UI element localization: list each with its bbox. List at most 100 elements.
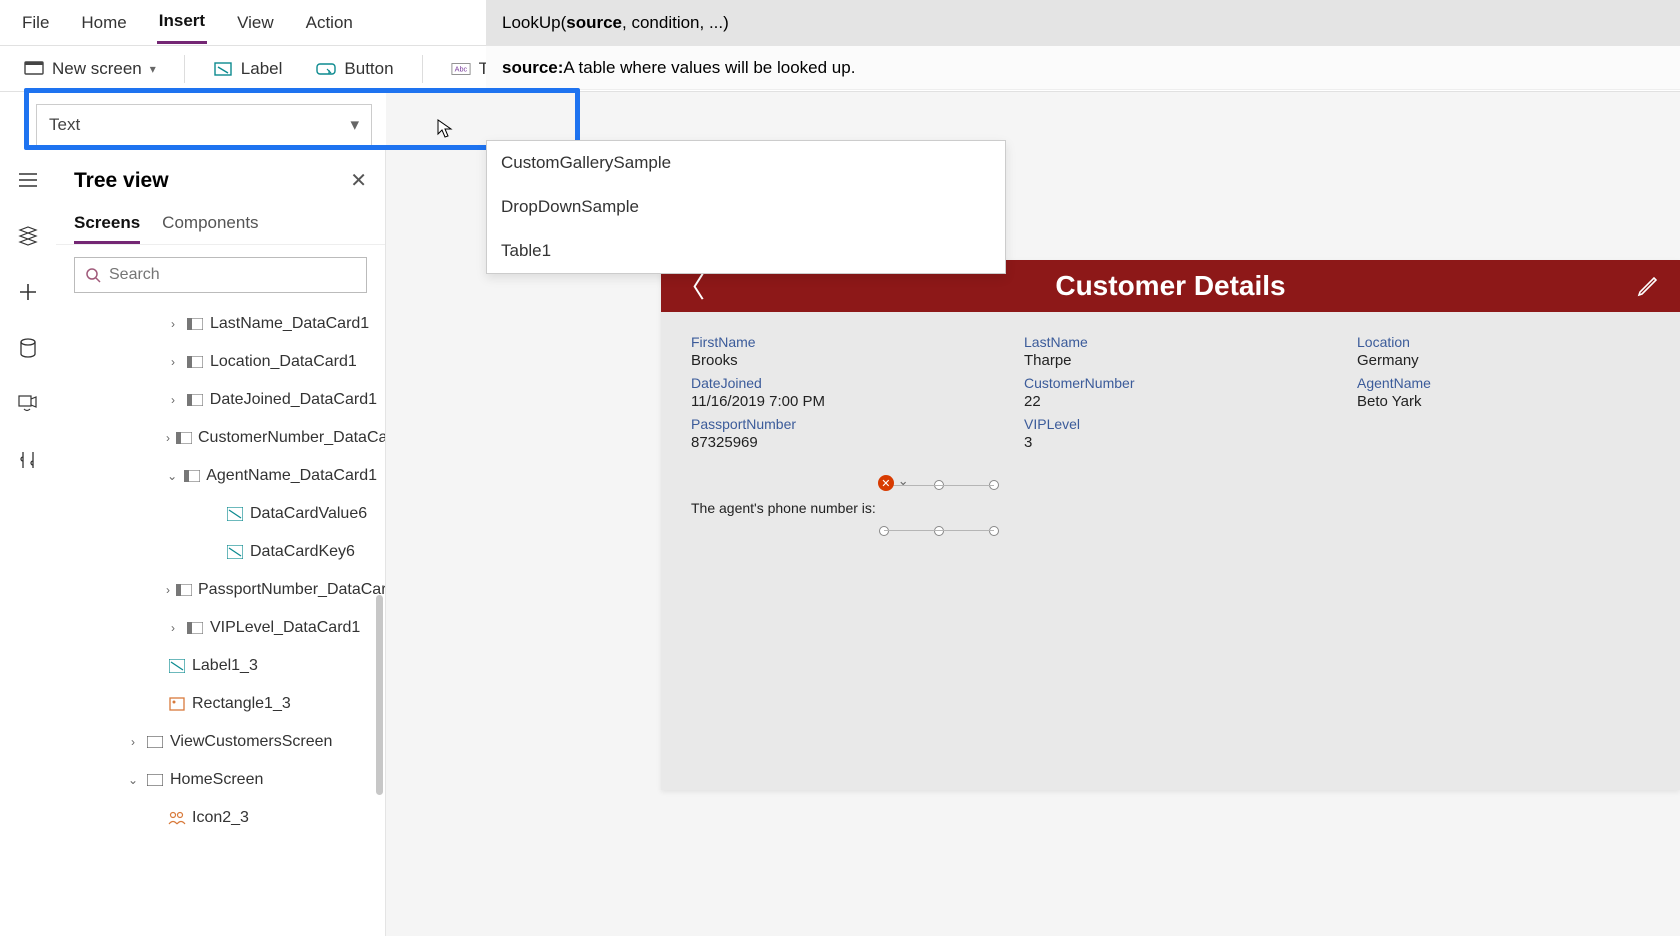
tree-item-datejoined[interactable]: ›DateJoined_DataCard1 [56, 381, 385, 419]
selected-control[interactable]: ✕ ⌄ [884, 485, 994, 531]
datacard-icon [176, 429, 192, 447]
data-icon[interactable] [16, 336, 40, 360]
intellisense-item[interactable]: DropDownSample [487, 185, 1005, 229]
tree-item-viewcust[interactable]: ›ViewCustomersScreen [56, 723, 385, 761]
search-input[interactable] [109, 266, 356, 284]
tree-item-custno[interactable]: ›CustomerNumber_DataCard1 [56, 419, 385, 457]
chevron-down-icon: ▾ [350, 115, 359, 135]
field-lastname: LastNameTharpe [1024, 334, 1317, 369]
tab-components[interactable]: Components [162, 205, 258, 244]
text-icon: Abc [451, 59, 471, 79]
tree-tabs: Screens Components [56, 199, 385, 245]
datacard-icon [186, 619, 204, 637]
intellisense-item[interactable]: CustomGallerySample [487, 141, 1005, 185]
tree-title: Tree view [74, 169, 169, 193]
insert-icon[interactable] [16, 280, 40, 304]
fields-grid: FirstNameBrooks LastNameTharpe LocationG… [661, 312, 1680, 455]
field-firstname: FirstNameBrooks [691, 334, 984, 369]
menu-home[interactable]: Home [79, 3, 128, 43]
label-label: Label [241, 59, 283, 79]
screen-icon [146, 733, 164, 751]
agent-phone-label: The agent's phone number is: [691, 500, 876, 516]
advanced-icon[interactable] [16, 448, 40, 472]
intellisense-item[interactable]: Table1 [487, 229, 1005, 273]
menu-action[interactable]: Action [304, 3, 355, 43]
property-value: Text [49, 115, 80, 135]
label-control-icon [168, 657, 186, 675]
menu-insert[interactable]: Insert [157, 1, 207, 44]
tree-item-label13[interactable]: Label1_3 [56, 647, 385, 685]
rectangle-icon [168, 695, 186, 713]
field-passport: PassportNumber87325969 [691, 416, 984, 451]
field-location: LocationGermany [1357, 334, 1650, 369]
tree-item-dcv6[interactable]: DataCardValue6 [56, 495, 385, 533]
app-title: Customer Details [1055, 270, 1285, 302]
field-datejoined: DateJoined11/16/2019 7:00 PM [691, 375, 984, 410]
tree-item-location[interactable]: ›Location_DataCard1 [56, 343, 385, 381]
error-badge-icon[interactable]: ✕ [878, 475, 894, 491]
param-hint: source: A table where values will be loo… [486, 46, 1680, 90]
signature-hint: LookUp(source, condition, ...) [486, 0, 1680, 46]
label-control-icon [226, 543, 244, 561]
svg-text:Abc: Abc [454, 64, 467, 73]
field-custno: CustomerNumber22 [1024, 375, 1317, 410]
tree-item-home[interactable]: ⌄HomeScreen [56, 761, 385, 799]
tree-item-passport[interactable]: ›PassportNumber_DataCard1 [56, 571, 385, 609]
menu-view[interactable]: View [235, 3, 276, 43]
label-control-icon [226, 505, 244, 523]
chevron-right-icon: › [126, 735, 140, 749]
hamburger-icon[interactable] [16, 168, 40, 192]
datacard-icon [186, 391, 204, 409]
datacard-icon [186, 315, 204, 333]
tree-item-dck6[interactable]: DataCardKey6 [56, 533, 385, 571]
menu-file[interactable]: File [20, 3, 51, 43]
tree-list: ›LastName_DataCard1 ›Location_DataCard1 … [56, 305, 385, 936]
tree-view-icon[interactable] [16, 224, 40, 248]
chevron-right-icon: › [166, 583, 170, 597]
media-icon[interactable] [16, 392, 40, 416]
chevron-down-icon: ⌄ [166, 469, 178, 483]
chevron-right-icon: › [166, 621, 180, 635]
chevron-right-icon: › [166, 317, 180, 331]
tab-screens[interactable]: Screens [74, 205, 140, 244]
tree-item-agent[interactable]: ⌄AgentName_DataCard1 [56, 457, 385, 495]
separator [422, 55, 423, 83]
new-screen-label: New screen [52, 59, 142, 79]
datacard-icon [186, 353, 204, 371]
field-vip: VIPLevel3 [1024, 416, 1317, 451]
screen-icon [146, 771, 164, 789]
scrollbar-thumb[interactable] [376, 595, 383, 795]
button-button[interactable]: Button [310, 55, 399, 83]
new-screen-button[interactable]: New screen ▾ [18, 55, 162, 83]
tree-item-vip[interactable]: ›VIPLevel_DataCard1 [56, 609, 385, 647]
separator [184, 55, 185, 83]
chevron-right-icon: › [166, 393, 180, 407]
tree-item-rect13[interactable]: Rectangle1_3 [56, 685, 385, 723]
property-selector[interactable]: Text ▾ [36, 104, 372, 146]
chevron-right-icon: › [166, 355, 180, 369]
tree-item-lastname[interactable]: ›LastName_DataCard1 [56, 305, 385, 343]
label-icon [213, 59, 233, 79]
people-icon [168, 809, 186, 827]
intellisense-dropdown: CustomGallerySample DropDownSample Table… [486, 140, 1006, 274]
field-agent: AgentNameBeto Yark [1357, 375, 1650, 410]
button-icon [316, 59, 336, 79]
search-icon [85, 267, 101, 283]
canvas: LookUp(source, condition, ...) source: A… [386, 92, 1680, 936]
tree-search[interactable] [74, 257, 367, 293]
chevron-down-icon: ▾ [150, 62, 156, 76]
label-button[interactable]: Label [207, 55, 289, 83]
app-preview: 〈 Customer Details FirstNameBrooks LastN… [661, 260, 1680, 790]
datacard-icon [184, 467, 200, 485]
chevron-right-icon: › [166, 431, 170, 445]
chevron-down-icon[interactable]: ⌄ [898, 473, 909, 489]
screen-icon [24, 59, 44, 79]
datacard-icon [176, 581, 192, 599]
agent-phone-row: The agent's phone number is: ✕ ⌄ [661, 455, 1680, 531]
edit-icon[interactable] [1636, 274, 1660, 298]
close-icon[interactable]: ✕ [350, 168, 367, 193]
tree-panel: Tree view ✕ Screens Components ›LastName… [56, 150, 386, 936]
left-rail [0, 150, 56, 936]
button-label: Button [344, 59, 393, 79]
tree-item-icon23[interactable]: Icon2_3 [56, 799, 385, 837]
